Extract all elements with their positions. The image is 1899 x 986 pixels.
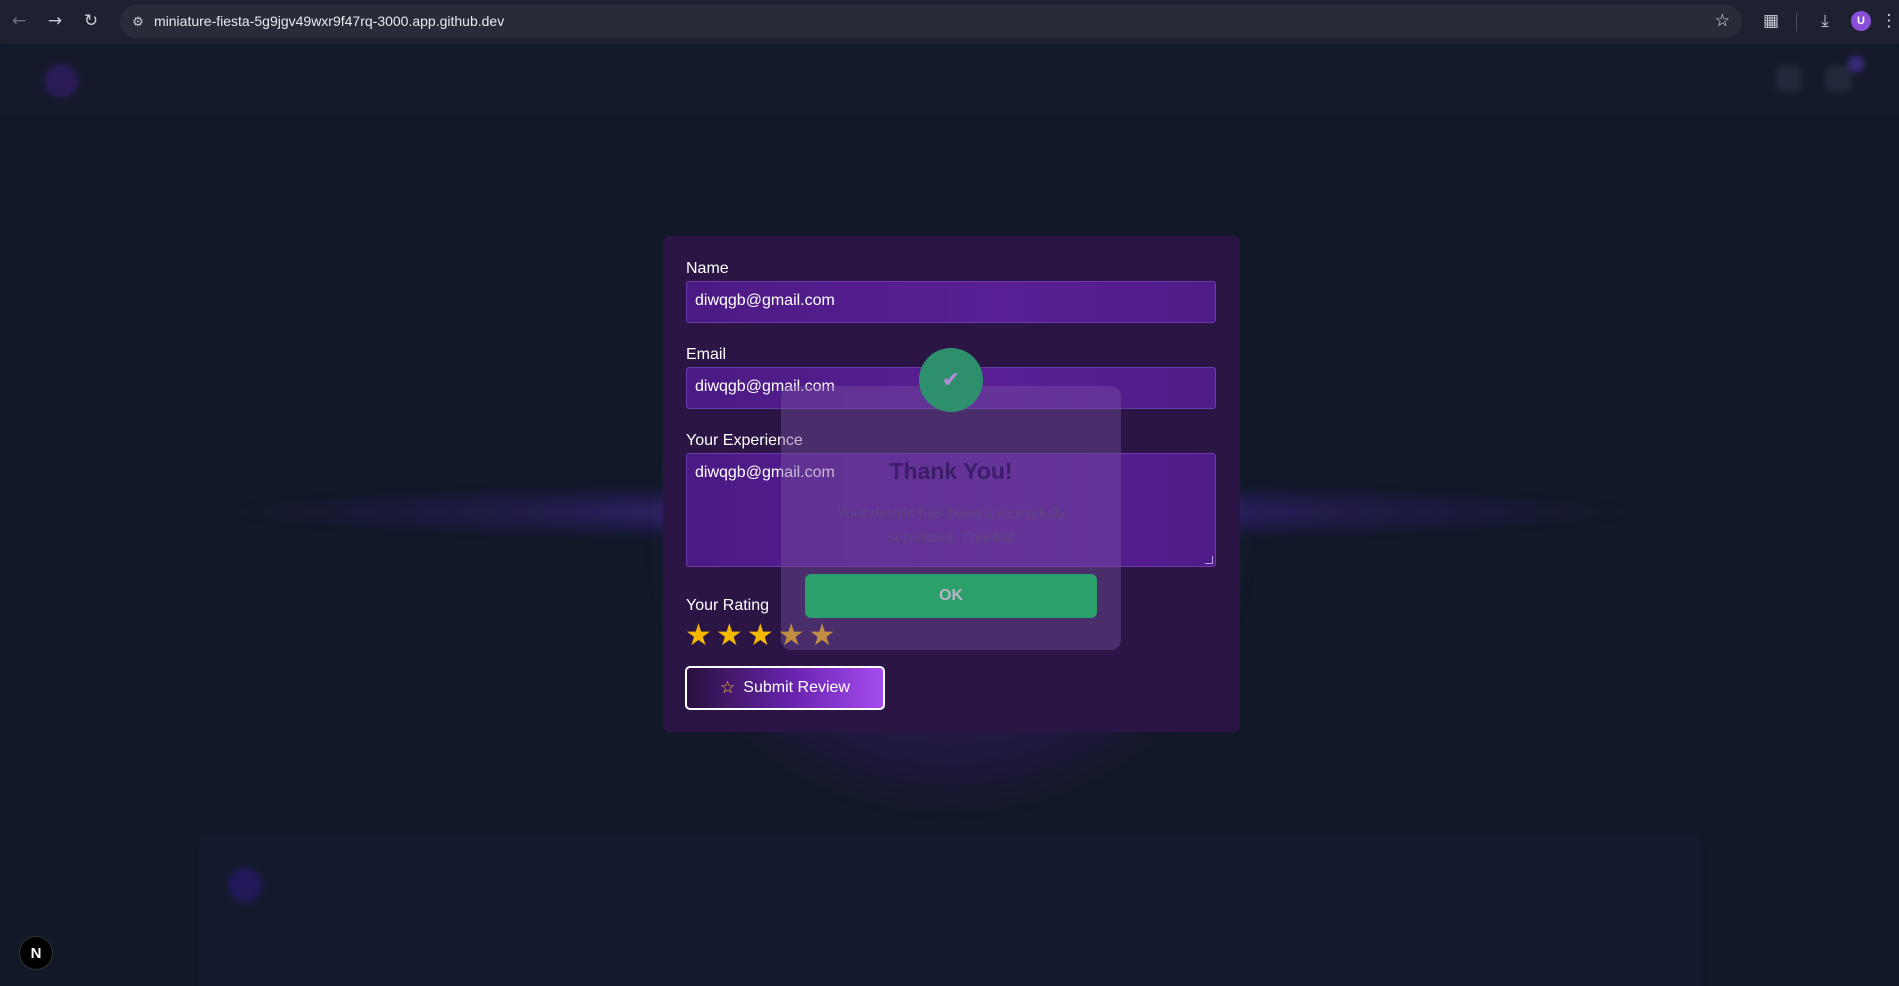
url-text[interactable]: miniature-fiesta-5g9jgv49wxr9f47rq-3000.…	[154, 13, 504, 29]
cart-badge	[1848, 56, 1864, 72]
ok-button[interactable]: OK	[805, 574, 1097, 618]
submit-review-label: Submit Review	[743, 679, 850, 696]
profile-avatar[interactable]: U	[1851, 11, 1871, 31]
star-icon[interactable]: ★	[747, 621, 774, 651]
star-icon[interactable]: ★	[716, 621, 743, 651]
address-bar[interactable]: ⚙ miniature-fiesta-5g9jgv49wxr9f47rq-300…	[120, 5, 1742, 38]
nextjs-dev-badge[interactable]: N	[19, 936, 53, 970]
name-input[interactable]: diwqgb@gmail.com	[686, 281, 1216, 323]
toolbar-divider	[1796, 13, 1797, 31]
rating-label: Your Rating	[686, 597, 770, 614]
modal-title: Thank You!	[889, 458, 1013, 484]
name-label: Name	[686, 260, 729, 277]
site-header	[0, 44, 1899, 112]
browser-toolbar: ← → ↻ ⚙ miniature-fiesta-5g9jgv49wxr9f47…	[0, 0, 1899, 44]
cart-icon	[1826, 66, 1852, 92]
footer-logo-icon	[228, 868, 262, 902]
star-icon[interactable]: ★	[685, 621, 712, 651]
star-outline-icon: ☆	[720, 678, 736, 698]
kebab-menu-icon[interactable]: ⋮	[1881, 10, 1898, 32]
back-icon[interactable]: ←	[8, 10, 30, 32]
site-footer	[200, 834, 1700, 986]
email-label: Email	[686, 346, 727, 363]
checkmark-icon: ✔	[919, 348, 983, 412]
extensions-icon[interactable]: ▦	[1760, 10, 1782, 32]
modal-message: Your details has been successfully submi…	[836, 505, 1066, 546]
resize-handle-icon[interactable]	[1205, 556, 1213, 564]
forward-icon[interactable]: →	[44, 10, 66, 32]
submit-review-button[interactable]: ☆ Submit Review	[685, 666, 885, 710]
logo-icon	[44, 64, 78, 98]
bookmark-star-icon[interactable]: ☆	[1715, 11, 1730, 31]
download-icon[interactable]: ⤓	[1814, 10, 1836, 32]
search-icon	[1776, 66, 1802, 92]
reload-icon[interactable]: ↻	[80, 10, 102, 32]
site-info-icon[interactable]: ⚙	[128, 12, 148, 32]
